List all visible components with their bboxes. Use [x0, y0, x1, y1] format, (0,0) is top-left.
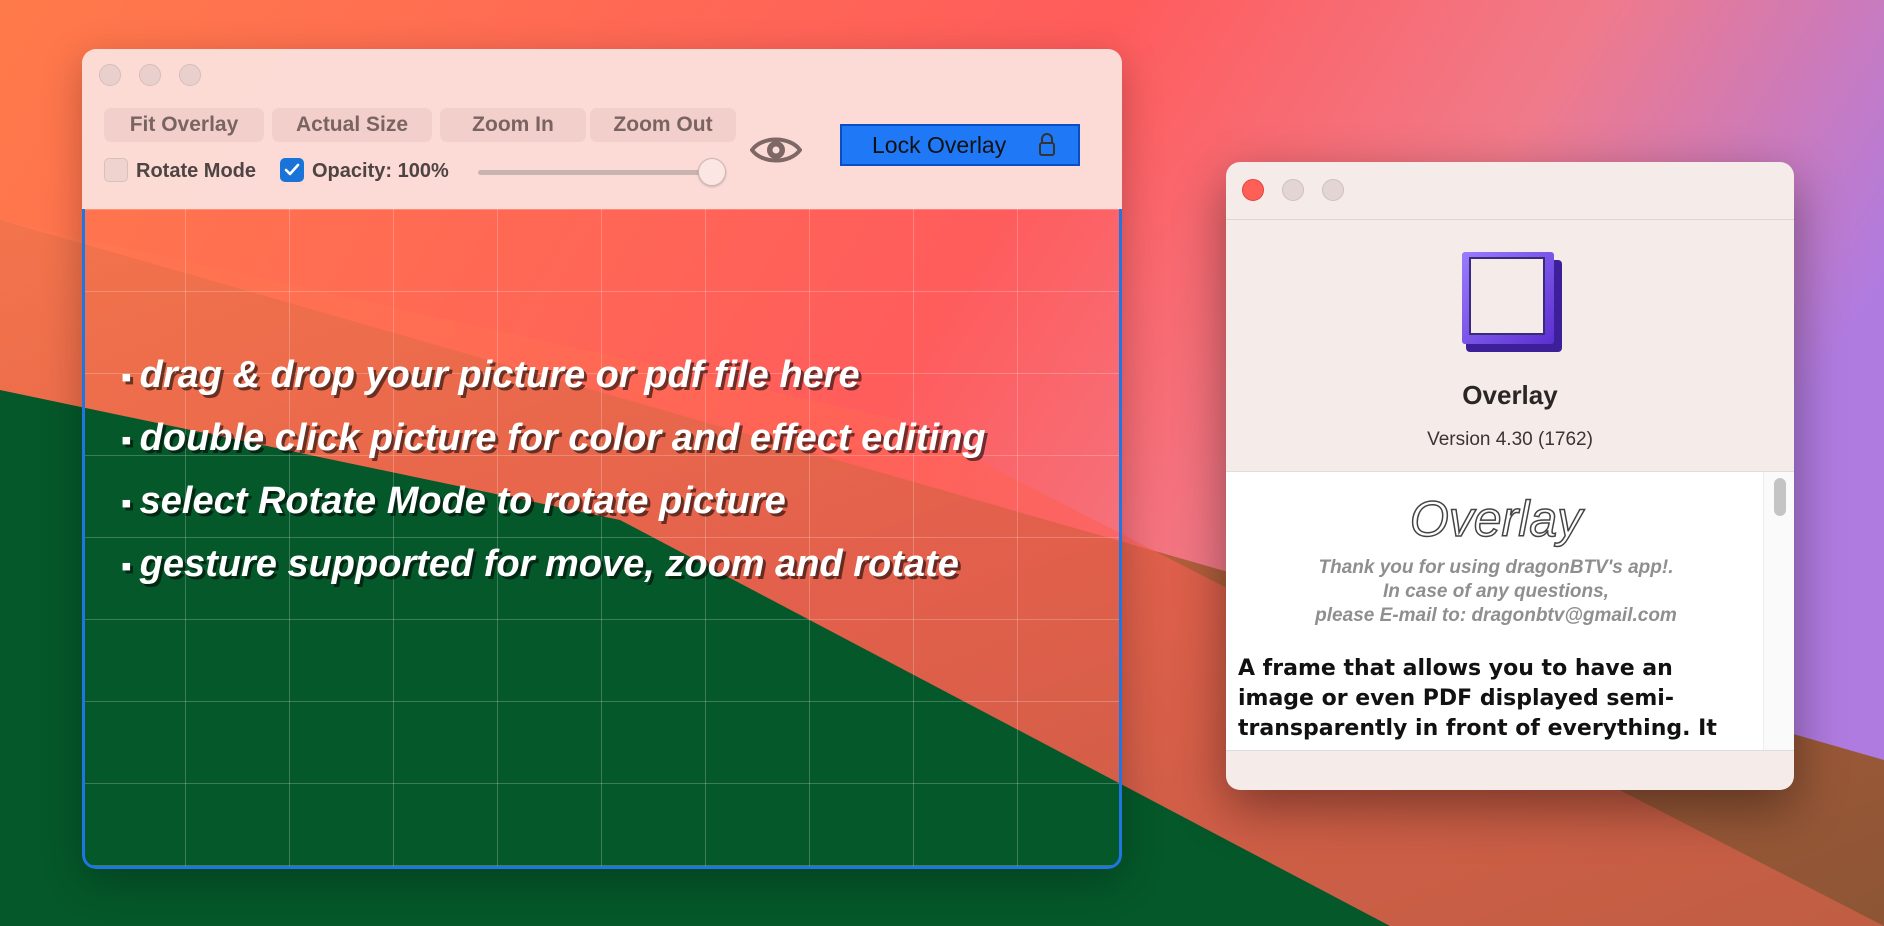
- lock-overlay-label: Lock Overlay: [872, 131, 1007, 158]
- rotate-mode-checkbox[interactable]: [104, 158, 128, 182]
- app-name: Overlay: [1462, 380, 1558, 410]
- hint-list: ▪ drag & drop your picture or pdf file he…: [121, 345, 986, 597]
- hint-item: ▪ gesture supported for move, zoom and ro…: [121, 543, 959, 585]
- overlay-toolbar: Fit Overlay Actual Size Zoom In Zoom Out…: [82, 49, 1122, 209]
- zoom-window-button[interactable]: [1322, 179, 1344, 201]
- opacity-checkbox[interactable]: [280, 158, 304, 182]
- overlay-drop-area[interactable]: ▪ drag & drop your picture or pdf file he…: [82, 209, 1122, 869]
- hint-item: ▪ drag & drop your picture or pdf file he…: [121, 354, 860, 396]
- credits-description: A frame that allows you to have an image…: [1238, 656, 1717, 741]
- close-window-button[interactable]: [99, 64, 121, 86]
- scrollbar-thumb[interactable]: [1774, 478, 1786, 516]
- zoom-out-button[interactable]: Zoom Out: [590, 108, 736, 142]
- fit-overlay-button[interactable]: Fit Overlay: [104, 108, 264, 142]
- eye-icon[interactable]: [749, 133, 803, 172]
- zoom-in-button[interactable]: Zoom In: [440, 108, 586, 142]
- checkmark-icon: [284, 163, 300, 176]
- lock-overlay-button[interactable]: Lock Overlay: [840, 124, 1080, 166]
- opacity-slider-track[interactable]: [478, 170, 714, 175]
- credits-thanks: Thank you for using dragonBTV's app!. In…: [1315, 557, 1677, 626]
- hint-item: ▪ double click picture for color and effe…: [121, 417, 986, 459]
- overlay-window[interactable]: Fit Overlay Actual Size Zoom In Zoom Out…: [82, 49, 1122, 869]
- zoom-window-button[interactable]: [179, 64, 201, 86]
- lock-icon: [1039, 133, 1055, 156]
- about-window[interactable]: Overlay Version 4.30 (1762) Overlay Than…: [1226, 162, 1794, 790]
- rotate-mode-label: Rotate Mode: [136, 160, 256, 182]
- hint-item: ▪ select Rotate Mode to rotate picture: [121, 480, 786, 522]
- minimize-window-button[interactable]: [1282, 179, 1304, 201]
- opacity-slider-knob[interactable]: [698, 158, 726, 186]
- actual-size-button[interactable]: Actual Size: [272, 108, 432, 142]
- credits-title: Overlay: [1409, 490, 1583, 548]
- about-titlebar: [1226, 162, 1794, 220]
- app-version: Version 4.30 (1762): [1427, 429, 1593, 450]
- credits-scrollbar[interactable]: [1763, 472, 1794, 750]
- close-window-button[interactable]: [1242, 179, 1264, 201]
- minimize-window-button[interactable]: [139, 64, 161, 86]
- opacity-label: Opacity: 100%: [312, 160, 449, 182]
- app-icon: [1456, 246, 1566, 361]
- credits-panel[interactable]: Overlay Thank you for using dragonBTV's …: [1226, 471, 1794, 751]
